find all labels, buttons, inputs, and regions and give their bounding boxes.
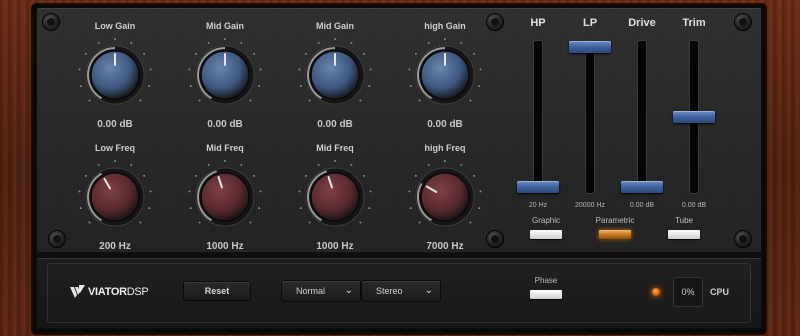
knob-value: 200 Hz <box>99 241 131 252</box>
gain-knob-icon[interactable] <box>74 35 156 115</box>
slider-thumb[interactable] <box>569 41 611 53</box>
knob-value: 0.00 dB <box>97 119 133 130</box>
knob-value: 0.00 dB <box>317 119 353 130</box>
brand-name-bold: VIATOR <box>88 286 127 298</box>
mode-toggle-parametric[interactable] <box>599 230 631 239</box>
cpu-label: CPU <box>710 287 730 297</box>
cpu-meter: 0% <box>673 277 703 307</box>
slider-label: Trim <box>682 17 706 29</box>
chevron-down-icon: ⌄ <box>424 285 433 296</box>
knob-label: Low Freq <box>95 143 135 153</box>
slider-trim: Trim 0.00 dB <box>669 17 719 217</box>
cpu-led-indicator <box>652 288 660 296</box>
knob-value: 0.00 dB <box>207 119 243 130</box>
knob-high-gain[interactable]: high Gain 0.00 dB <box>400 21 490 131</box>
knob-label: Mid Gain <box>316 21 354 31</box>
channel-select[interactable]: Stereo ⌄ <box>362 281 440 301</box>
knob-mid-gain-1[interactable]: Mid Gain 0.00 dB <box>180 21 270 131</box>
slider-thumb[interactable] <box>517 181 559 193</box>
screw-top-left <box>43 14 59 30</box>
slider-drive: Drive 0.00 dB <box>617 17 667 217</box>
knob-value: 7000 Hz <box>426 241 464 252</box>
channel-select-value: Stereo <box>376 286 403 296</box>
slider-label: LP <box>582 17 598 29</box>
slider-label: Drive <box>628 17 656 29</box>
screw-top-right <box>735 14 751 30</box>
screw-bottom-left <box>49 231 65 247</box>
mode-label-parametric: Parametric <box>595 216 635 225</box>
knob-label: Mid Freq <box>206 143 244 153</box>
slider-lp: LP 20000 Hz <box>565 17 615 217</box>
knob-low-gain[interactable]: Low Gain 0.00 dB <box>70 21 160 131</box>
knob-label: Mid Freq <box>316 143 354 153</box>
phase-label: Phase <box>534 276 558 285</box>
slider-track[interactable] <box>638 41 646 193</box>
slider-hp: HP 20 Hz <box>513 17 563 217</box>
freq-knob-icon[interactable] <box>294 157 376 237</box>
knob-mid-freq-1[interactable]: Mid Freq 1000 Hz <box>180 143 270 253</box>
mode-select[interactable]: Normal ⌄ <box>282 281 360 301</box>
mode-label-tube: Tube <box>675 216 693 225</box>
slider-thumb[interactable] <box>673 111 715 123</box>
freq-knob-icon[interactable] <box>404 157 486 237</box>
knob-mid-freq-2[interactable]: Mid Freq 1000 Hz <box>290 143 380 253</box>
knob-label: high Freq <box>424 143 466 153</box>
knob-label: Mid Gain <box>206 21 244 31</box>
mode-select-value: Normal <box>296 286 326 296</box>
knob-low-freq[interactable]: Low Freq 200 Hz <box>70 143 160 253</box>
mode-toggle-tube[interactable] <box>668 230 700 239</box>
gain-knob-icon[interactable] <box>404 35 486 115</box>
brand-name-light: DSP <box>126 286 149 298</box>
brand-logo: VIATOR DSP <box>70 284 149 300</box>
freq-knob-icon[interactable] <box>74 157 156 237</box>
gain-knob-icon[interactable] <box>184 35 266 115</box>
knob-label: Low Gain <box>94 21 136 31</box>
slider-track[interactable] <box>534 41 542 193</box>
screw-bottom-right <box>735 231 751 247</box>
knob-label: high Gain <box>424 21 466 31</box>
chevron-down-icon: ⌄ <box>344 285 353 296</box>
slider-track[interactable] <box>586 41 594 193</box>
knob-value: 1000 Hz <box>206 241 244 252</box>
mode-label-graphic: Graphic <box>531 216 560 225</box>
knob-mid-gain-2[interactable]: Mid Gain 0.00 dB <box>290 21 380 131</box>
knob-value: 0.00 dB <box>427 119 463 130</box>
mode-toggle-graphic[interactable] <box>530 230 562 239</box>
phase-toggle[interactable] <box>530 290 562 299</box>
gain-knob-icon[interactable] <box>294 35 376 115</box>
slider-value: 0.00 dB <box>681 202 707 209</box>
slider-label: HP <box>530 17 546 29</box>
viator-logo-icon <box>70 285 85 298</box>
slider-thumb[interactable] <box>621 181 663 193</box>
knob-value: 1000 Hz <box>316 241 354 252</box>
reset-button[interactable]: Reset <box>184 282 250 300</box>
knob-high-freq[interactable]: high Freq 7000 Hz <box>400 143 490 253</box>
freq-knob-icon[interactable] <box>184 157 266 237</box>
